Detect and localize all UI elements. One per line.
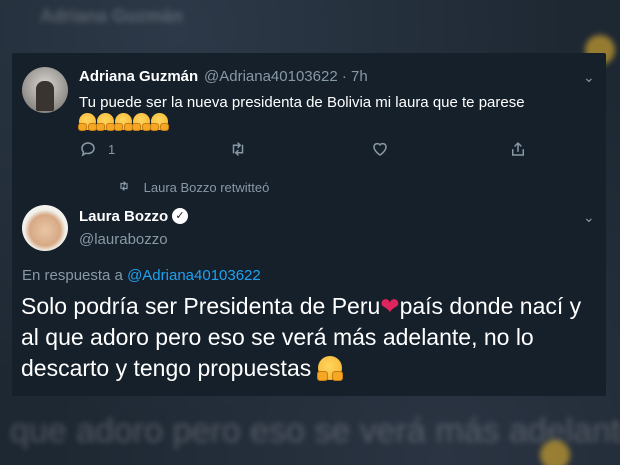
chevron-down-icon[interactable]: ⌄ [583,69,595,86]
reply-tweet[interactable]: Laura Bozzo ✓ @laurabozzo ⌄ En respuesta… [12,198,606,396]
retweet-notice: Laura Bozzo retwitteó [117,180,269,195]
avatar[interactable] [22,67,68,113]
heart-emoji-icon: ❤ [380,293,400,319]
tweet-thread-card: Adriana Guzmán @Adriana40103622 · 7h ⌄ T… [12,53,606,396]
reply-count: 1 [108,142,116,157]
retweet-notice-text[interactable]: Laura Bozzo retwitteó [144,180,270,195]
share-icon[interactable] [509,140,527,163]
ghost-hug-emoji-icon [540,440,570,465]
reply-prefix: En respuesta a [22,267,123,284]
tweet-text: Tu puede ser la nueva presidenta de Boli… [78,93,594,136]
tweet-text: Solo podría ser Presidenta de Peru❤país … [21,291,601,388]
ghost-tweet-text: que adoro pero eso se verá más adelante,… [10,412,620,450]
reply-icon[interactable] [79,140,97,163]
verified-badge-icon: ✓ [172,208,188,224]
avatar[interactable] [22,205,68,251]
author-handle[interactable]: @laurabozzo [79,231,168,248]
original-tweet[interactable]: Adriana Guzmán @Adriana40103622 · 7h ⌄ T… [12,53,606,188]
author-handle-time[interactable]: @Adriana40103622 · 7h [204,68,368,85]
like-icon[interactable] [371,140,389,163]
reply-context: En respuesta a @Adriana40103622 [22,267,261,284]
retweet-icon[interactable] [228,140,248,163]
chevron-down-icon[interactable]: ⌄ [583,209,595,226]
retweet-icon [117,180,135,195]
author-name[interactable]: Adriana Guzmán [79,68,198,85]
hug-emoji-icon [78,113,169,136]
tweet-actions: 1 [79,140,539,160]
author-name[interactable]: Laura Bozzo [79,208,168,225]
reply-mention-link[interactable]: @Adriana40103622 [127,267,261,284]
hug-emoji-icon [316,356,343,388]
ghost-author-name: Adriana Guzmán [40,6,184,26]
